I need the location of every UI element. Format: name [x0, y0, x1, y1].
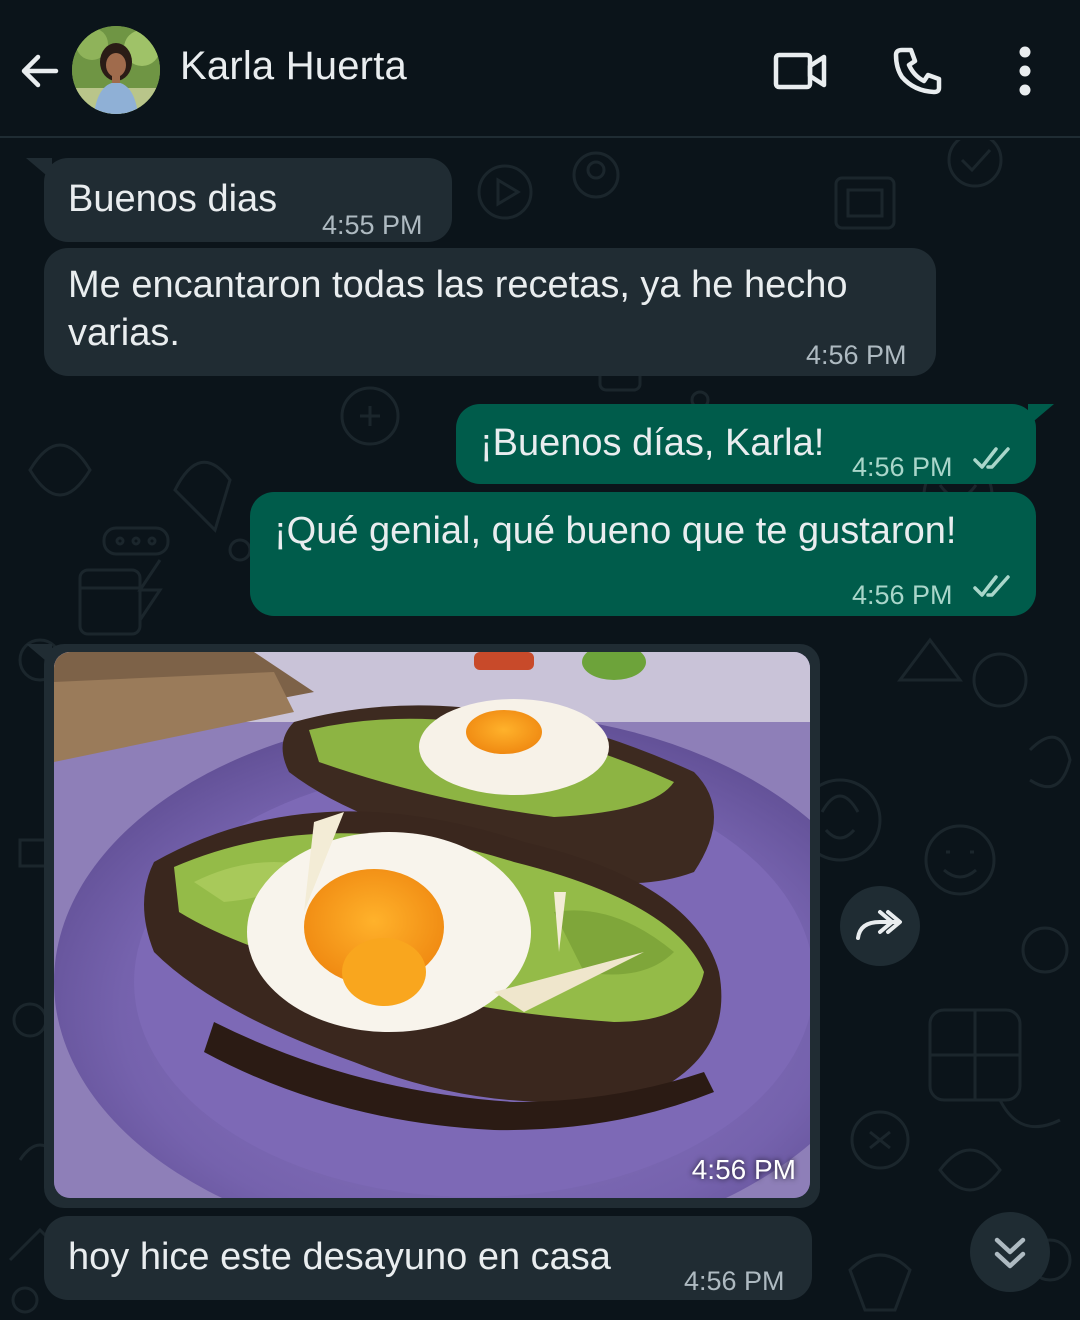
message-bubble-incoming[interactable]: hoy hice este desayuno en casa 4:56 PM	[44, 1216, 812, 1300]
phone-icon[interactable]	[888, 42, 948, 100]
message-time: 4:56 PM	[806, 340, 907, 370]
message-bubble-incoming[interactable]: Me encantaron todas las recetas, ya he h…	[44, 248, 936, 376]
avatar[interactable]	[72, 26, 160, 114]
bubble-tail	[1028, 404, 1054, 426]
message-text: hoy hice este desayuno en casa	[68, 1236, 611, 1278]
message-bubble-outgoing[interactable]: ¡Buenos días, Karla! 4:56 PM	[456, 404, 1054, 484]
bubble-tail	[26, 158, 52, 180]
video-call-icon[interactable]	[770, 42, 830, 100]
contact-name[interactable]: Karla Huerta	[180, 44, 407, 89]
message-text: ¡Qué genial, qué bueno que te gustaron!	[274, 510, 957, 552]
message-time: 4:56 PM	[852, 452, 953, 482]
image-time: 4:56 PM	[691, 1154, 796, 1185]
chat-header: Karla Huerta	[0, 0, 1080, 138]
message-time: 4:55 PM	[322, 210, 423, 240]
message-bubble-incoming[interactable]: Buenos dias 4:55 PM	[26, 158, 452, 242]
more-options-icon[interactable]	[996, 42, 1056, 100]
shared-photo[interactable]: 4:56 PM	[54, 652, 810, 1198]
message-text: Buenos dias	[68, 178, 278, 220]
forward-icon	[856, 910, 902, 940]
bubble-tail	[26, 644, 52, 666]
scroll-to-bottom-button[interactable]	[970, 1212, 1050, 1292]
read-ticks-icon	[973, 447, 1010, 469]
message-bubble-outgoing[interactable]: ¡Qué genial, qué bueno que te gustaron! …	[250, 492, 1036, 616]
message-time: 4:56 PM	[684, 1266, 785, 1296]
message-time: 4:56 PM	[852, 580, 953, 610]
back-arrow-icon[interactable]	[16, 46, 66, 96]
message-text-line: Me encantaron todas las recetas, ya he h…	[68, 264, 848, 306]
double-chevron-down-icon	[994, 1237, 1026, 1269]
photo-avocado-toast	[54, 652, 810, 1198]
read-ticks-icon	[973, 575, 1010, 597]
message-text: ¡Buenos días, Karla!	[480, 422, 825, 464]
message-text-line: varias.	[68, 312, 180, 354]
forward-button[interactable]	[840, 886, 920, 966]
chat-area[interactable]: Buenos dias 4:55 PM Me encantaron todas …	[0, 140, 1080, 1320]
